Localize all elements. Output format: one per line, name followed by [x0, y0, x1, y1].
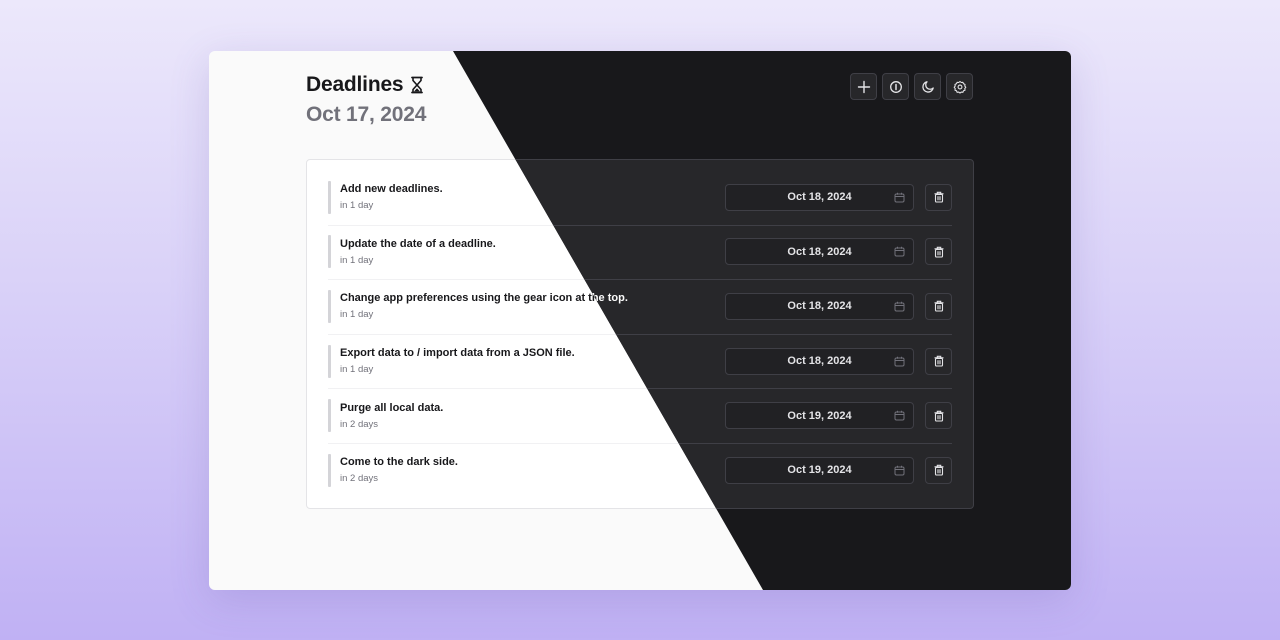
deadline-date-input[interactable]: Oct 18, 2024	[725, 183, 914, 211]
calendar-icon[interactable]	[894, 192, 905, 203]
trash-icon	[934, 410, 943, 422]
delete-deadline-button[interactable]	[925, 456, 952, 484]
deadline-date-input[interactable]: Oct 19, 2024	[725, 402, 914, 430]
deadline-date-value: Oct 18, 2024	[787, 245, 852, 258]
toolbar	[850, 73, 973, 100]
hourglass-icon	[411, 76, 424, 94]
trash-icon	[934, 355, 943, 367]
page-title: Deadlines	[306, 73, 426, 97]
delete-deadline-button[interactable]	[925, 347, 952, 375]
theme-toggle-button[interactable]	[914, 73, 941, 100]
page-title-text: Deadlines	[306, 73, 404, 96]
deadline-info: Come to the dark side. in 2 days	[328, 453, 725, 487]
info-icon	[889, 80, 902, 93]
calendar-icon[interactable]	[894, 410, 905, 421]
deadline-date-input[interactable]: Oct 18, 2024	[725, 238, 914, 266]
page-header: Deadlines Oct 17, 2024	[306, 73, 426, 127]
deadline-date-value: Oct 18, 2024	[787, 191, 852, 204]
add-deadline-button[interactable]	[850, 73, 877, 100]
delete-deadline-button[interactable]	[925, 292, 952, 320]
deadline-title: Come to the dark side.	[340, 456, 458, 469]
deadline-date-input[interactable]: Oct 18, 2024	[725, 347, 914, 375]
delete-deadline-button[interactable]	[925, 402, 952, 430]
deadline-date-value: Oct 19, 2024	[787, 464, 852, 477]
calendar-icon[interactable]	[894, 246, 905, 257]
plus-icon	[857, 80, 870, 93]
deadline-date-input[interactable]: Oct 18, 2024	[725, 292, 914, 320]
settings-button[interactable]	[946, 73, 973, 100]
deadline-relative-time: in 2 days	[340, 473, 379, 485]
trash-icon	[934, 301, 943, 313]
trash-icon	[934, 192, 943, 203]
delete-deadline-button[interactable]	[925, 183, 952, 211]
deadline-date-value: Oct 18, 2024	[787, 355, 852, 368]
info-button[interactable]	[882, 73, 909, 100]
calendar-icon[interactable]	[894, 301, 905, 312]
trash-icon	[934, 465, 943, 476]
deadline-date-value: Oct 19, 2024	[787, 409, 852, 422]
gear-icon	[953, 80, 966, 94]
trash-icon	[934, 246, 943, 258]
current-date: Oct 17, 2024	[306, 103, 427, 126]
deadline-date-input[interactable]: Oct 19, 2024	[725, 456, 914, 484]
app-window: Deadlines Oct 17, 2024 Add new deadlines…	[209, 51, 1071, 590]
calendar-icon[interactable]	[894, 465, 905, 476]
delete-deadline-button[interactable]	[925, 238, 952, 266]
moon-icon	[921, 80, 934, 93]
calendar-icon[interactable]	[894, 356, 905, 367]
deadline-date-value: Oct 18, 2024	[787, 300, 852, 313]
